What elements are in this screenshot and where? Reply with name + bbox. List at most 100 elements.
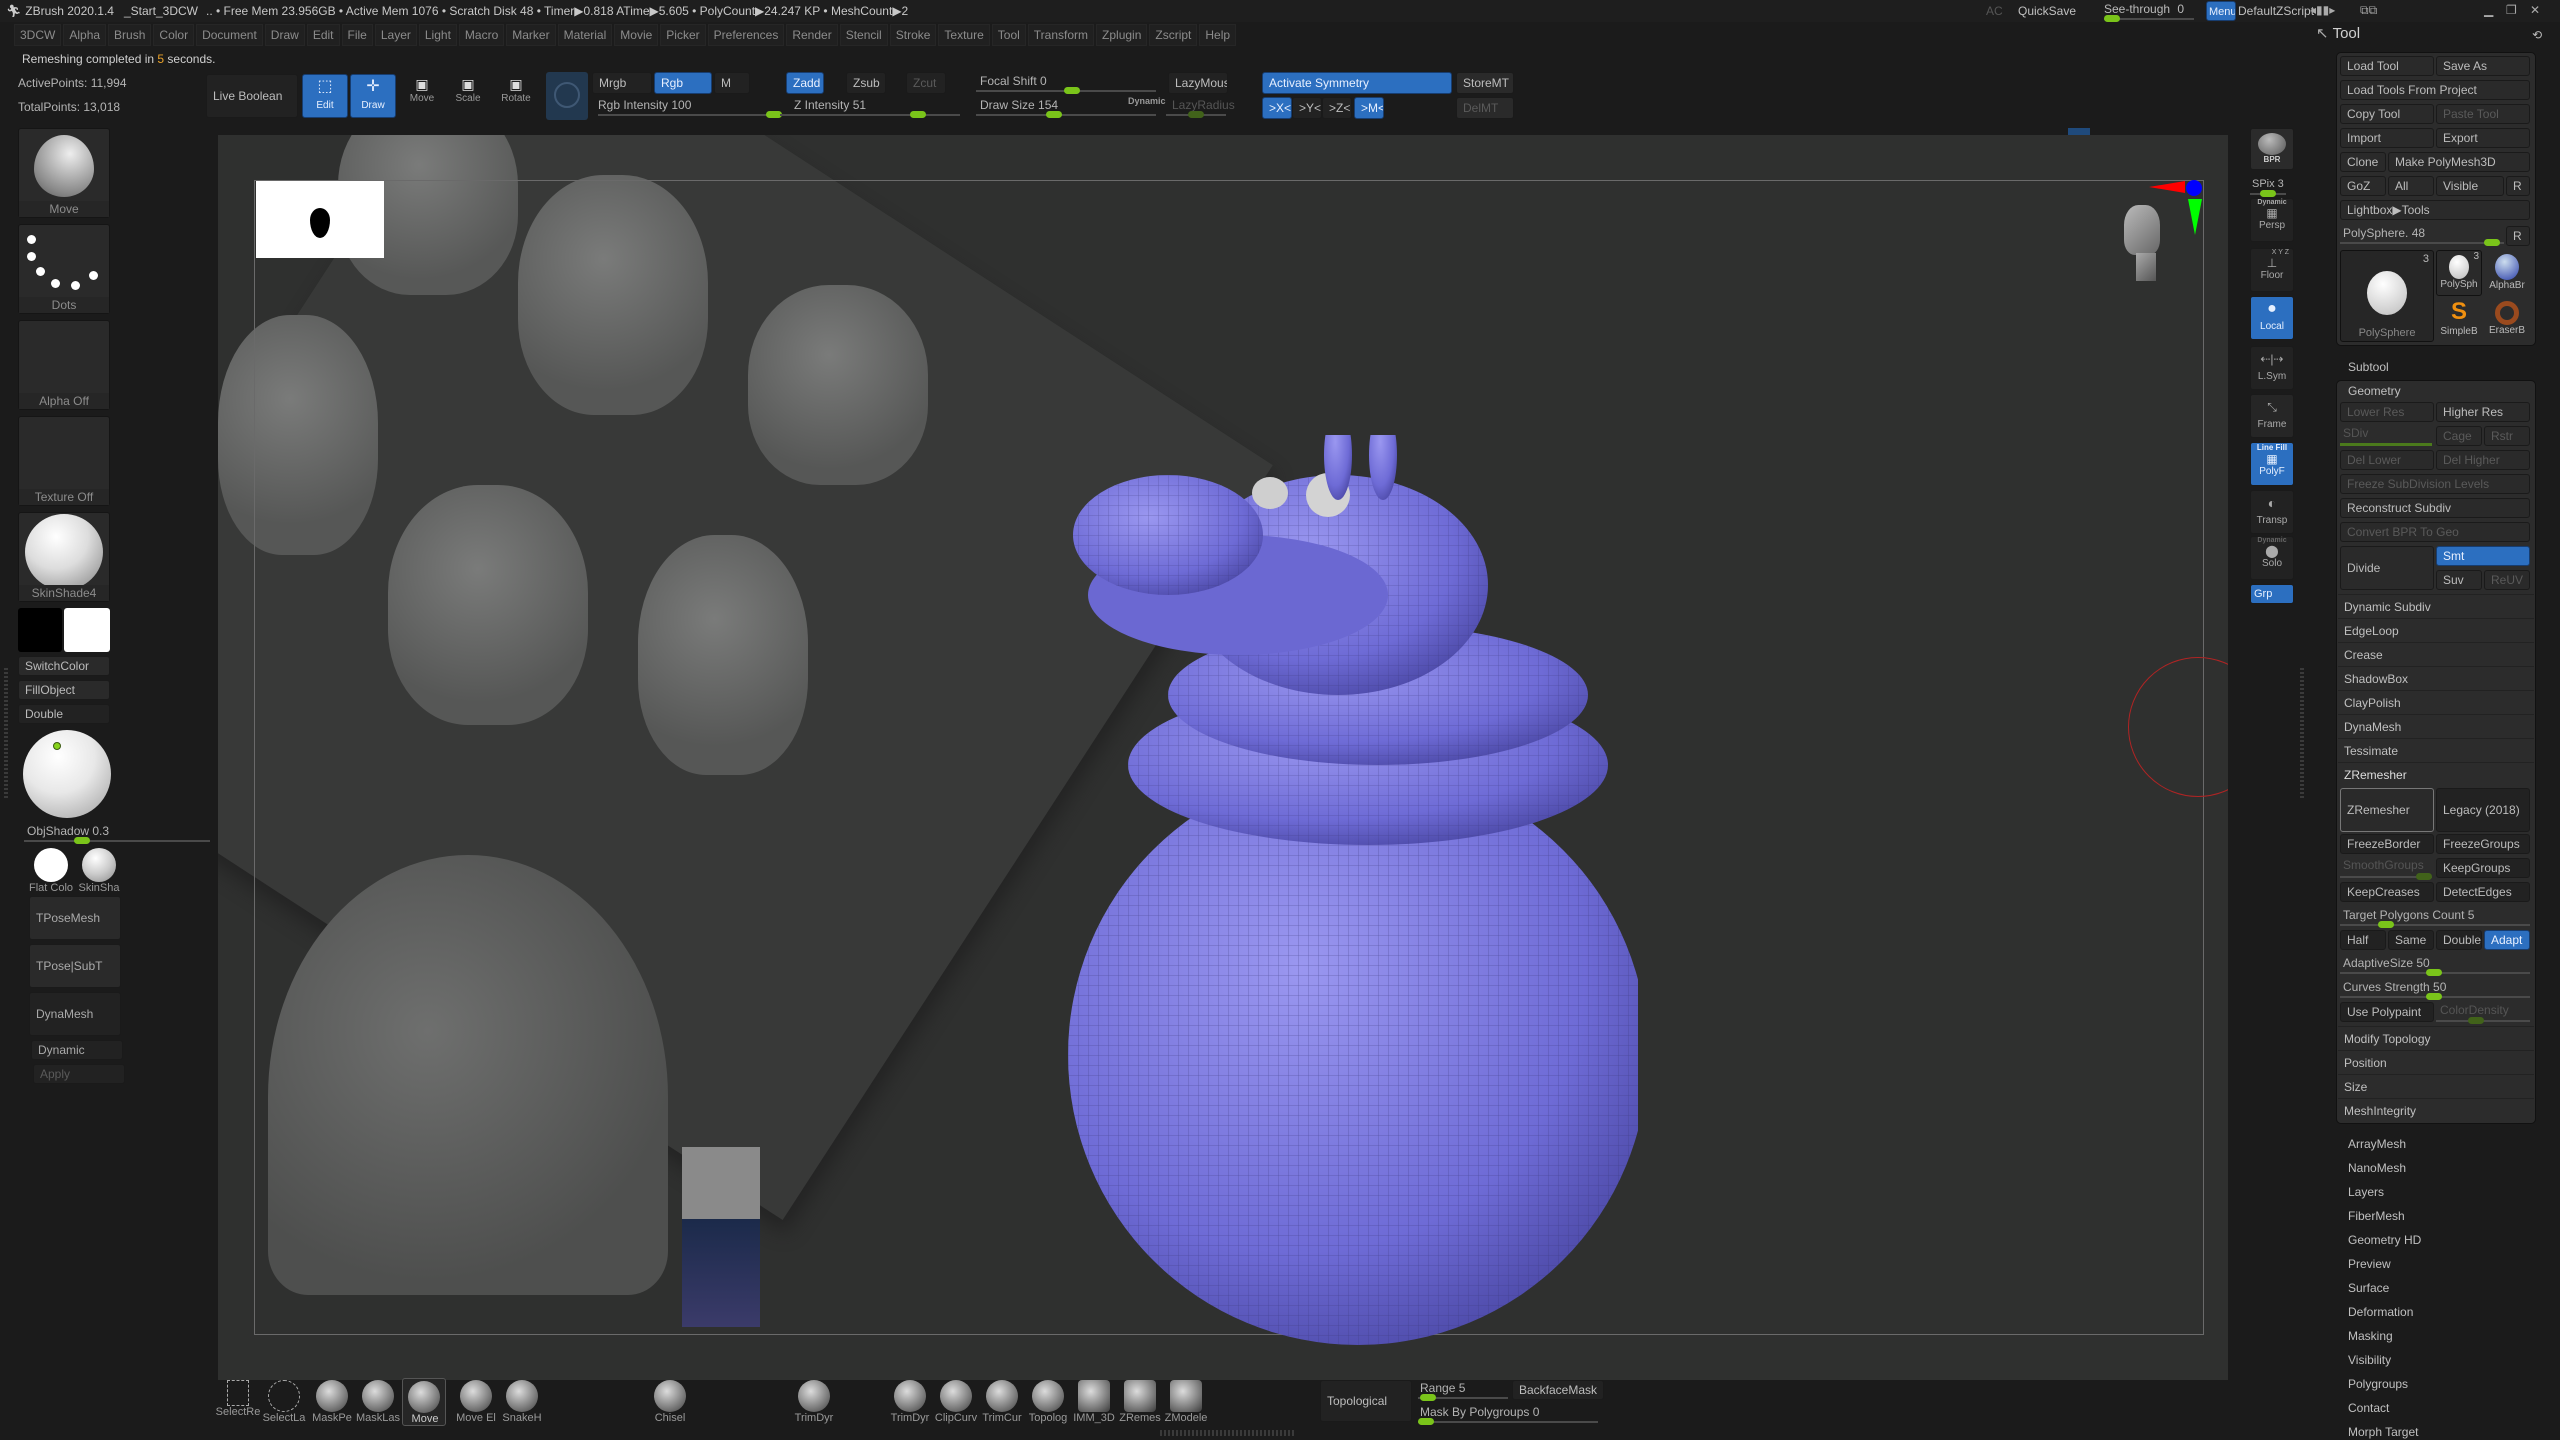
tool-thumb-alphabr[interactable]: AlphaBr xyxy=(2484,250,2530,296)
color-density-slider[interactable] xyxy=(2436,1017,2530,1024)
main-color-swatch[interactable] xyxy=(64,608,110,652)
dynamesh-button[interactable]: DynaMesh xyxy=(29,992,121,1036)
apply-button[interactable]: Apply xyxy=(33,1064,125,1084)
menu-zplugin[interactable]: Zplugin xyxy=(1096,24,1148,46)
canvas-viewport[interactable] xyxy=(218,135,2228,1380)
goz-r-button[interactable]: R xyxy=(2506,176,2530,196)
load-tools-from-project-button[interactable]: Load Tools From Project xyxy=(2340,80,2530,100)
clip-curve-brush[interactable]: ClipCurv xyxy=(934,1378,978,1426)
switch-color-button[interactable]: SwitchColor xyxy=(18,656,110,676)
position-section[interactable]: Position xyxy=(2338,1050,2534,1074)
menu-document[interactable]: Document xyxy=(196,24,263,46)
tool-panel-reset-icon[interactable]: ⟲ xyxy=(2532,28,2542,42)
freeze-border-button[interactable]: FreezeBorder xyxy=(2340,834,2434,854)
smt-button[interactable]: Smt xyxy=(2436,546,2530,566)
menu-macro[interactable]: Macro xyxy=(458,24,505,46)
live-boolean-button[interactable]: Live Boolean xyxy=(206,74,298,118)
menu-color[interactable]: Color xyxy=(153,24,195,46)
move-brush[interactable]: Move xyxy=(402,1378,446,1426)
tool-thumb-simpleb[interactable]: S SimpleB xyxy=(2436,298,2482,344)
nanomesh-section[interactable]: NanoMesh xyxy=(2348,1161,2406,1175)
goz-button[interactable]: GoZ xyxy=(2340,176,2386,196)
dynamic-toggle[interactable]: Dynamic xyxy=(1128,96,1166,106)
texture-selector[interactable]: Texture Off xyxy=(18,416,110,506)
menu-tool[interactable]: Tool xyxy=(991,24,1026,46)
layout-swap-icon[interactable]: ⧉⧉ xyxy=(2360,3,2377,18)
topological-button[interactable]: Topological xyxy=(1320,1380,1412,1422)
storemt-button[interactable]: StoreMT xyxy=(1456,72,1514,94)
menu-3dcw[interactable]: 3DCW xyxy=(14,24,62,46)
move-button[interactable]: ▣ Move xyxy=(400,76,444,118)
edgeloop-section[interactable]: EdgeLoop xyxy=(2338,618,2534,642)
modify-topology-section[interactable]: Modify Topology xyxy=(2338,1026,2534,1050)
ac-label[interactable]: AC xyxy=(1986,4,2003,18)
zmodeler-brush[interactable]: ZModele xyxy=(1164,1378,1208,1426)
legacy-zremesher-button[interactable]: Legacy (2018) xyxy=(2436,788,2530,832)
edit-button[interactable]: ⬚ Edit xyxy=(302,74,348,118)
morph-target-section[interactable]: Morph Target xyxy=(2348,1425,2418,1439)
menu-preferences[interactable]: Preferences xyxy=(707,24,785,46)
keep-creases-button[interactable]: KeepCreases xyxy=(2340,882,2434,902)
polyf-button[interactable]: Line Fill ▦ PolyF xyxy=(2250,442,2294,486)
solo-button[interactable]: Dynamic ⬤ Solo xyxy=(2250,536,2294,580)
save-as-button[interactable]: Save As xyxy=(2436,56,2530,76)
navigation-head-widget[interactable] xyxy=(2118,195,2178,295)
quicksave-button[interactable]: QuickSave xyxy=(2018,4,2076,18)
menu-texture[interactable]: Texture xyxy=(938,24,990,46)
surface-section[interactable]: Surface xyxy=(2348,1281,2389,1295)
tool-thumb-eraserb[interactable]: EraserB xyxy=(2484,298,2530,344)
use-polypaint-button[interactable]: Use Polypaint xyxy=(2340,1002,2434,1022)
smooth-groups-slider[interactable] xyxy=(2340,873,2432,880)
select-lasso-brush[interactable]: SelectLa xyxy=(262,1378,306,1426)
menu-alpha[interactable]: Alpha xyxy=(63,24,107,46)
polysphere-r-button[interactable]: R xyxy=(2506,226,2530,246)
dynamesh-section[interactable]: DynaMesh xyxy=(2338,714,2534,738)
claypolish-section[interactable]: ClayPolish xyxy=(2338,690,2534,714)
grp-button[interactable]: Grp xyxy=(2250,584,2294,604)
visibility-section[interactable]: Visibility xyxy=(2348,1353,2391,1367)
fibermesh-section[interactable]: FiberMesh xyxy=(2348,1209,2405,1223)
adaptive-size-slider[interactable] xyxy=(2340,969,2530,976)
zremesher-section[interactable]: ZRemesher xyxy=(2338,762,2534,786)
m-button[interactable]: M xyxy=(714,72,750,94)
geometry-hd-section[interactable]: Geometry HD xyxy=(2348,1233,2421,1247)
lower-res-button[interactable]: Lower Res xyxy=(2340,402,2434,422)
backface-mask-button[interactable]: BackfaceMask xyxy=(1512,1380,1604,1400)
make-polymesh-button[interactable]: Make PolyMesh3D xyxy=(2388,152,2530,172)
tessimate-section[interactable]: Tessimate xyxy=(2338,738,2534,762)
select-rect-brush[interactable]: SelectRe xyxy=(216,1378,260,1426)
curves-strength-slider[interactable] xyxy=(2340,993,2530,1000)
local-button[interactable]: ● Local xyxy=(2250,296,2294,340)
spix-slider[interactable] xyxy=(2250,190,2286,197)
floor-button[interactable]: X Y Z ⊥ Floor xyxy=(2250,248,2294,292)
imm-3d-brush[interactable]: IMM_3D xyxy=(1072,1378,1116,1426)
sym-y-button[interactable]: >Y< xyxy=(1292,97,1322,119)
load-tool-button[interactable]: Load Tool xyxy=(2340,56,2434,76)
menu-render[interactable]: Render xyxy=(786,24,838,46)
delmt-button[interactable]: DelMT xyxy=(1456,97,1514,119)
skin-shade-material[interactable]: SkinSha xyxy=(77,846,121,894)
range-slider[interactable] xyxy=(1418,1394,1508,1401)
brush-selector[interactable]: Move xyxy=(18,128,110,218)
dynamic-subdiv-section[interactable]: Dynamic Subdiv xyxy=(2338,594,2534,618)
clone-button[interactable]: Clone xyxy=(2340,152,2386,172)
restore-icon[interactable]: ❐ xyxy=(2506,3,2517,17)
convert-bpr-button[interactable]: Convert BPR To Geo xyxy=(2340,522,2530,542)
topology-brush[interactable]: Topolog xyxy=(1026,1378,1070,1426)
light-position-handle[interactable] xyxy=(53,742,61,750)
snake-hook-brush[interactable]: SnakeH xyxy=(500,1378,544,1426)
export-button[interactable]: Export xyxy=(2436,128,2530,148)
menu-transform[interactable]: Transform xyxy=(1027,24,1095,46)
menu-layer[interactable]: Layer xyxy=(374,24,417,46)
shadowbox-section[interactable]: ShadowBox xyxy=(2338,666,2534,690)
scale-button[interactable]: ▣ Scale xyxy=(446,76,490,118)
minimize-icon[interactable]: ▁ xyxy=(2484,3,2493,17)
lightbox-tools-button[interactable]: Lightbox▶Tools xyxy=(2340,200,2530,220)
zadd-button[interactable]: Zadd xyxy=(786,72,824,94)
cage-button[interactable]: Cage xyxy=(2436,426,2482,446)
menus-button[interactable]: Menus xyxy=(2206,1,2236,21)
chisel-brush[interactable]: Chisel xyxy=(648,1378,692,1426)
tpose-mesh-button[interactable]: TPoseMesh xyxy=(29,896,121,940)
focal-shift-slider[interactable] xyxy=(976,87,1156,94)
zsub-button[interactable]: Zsub xyxy=(846,72,886,94)
